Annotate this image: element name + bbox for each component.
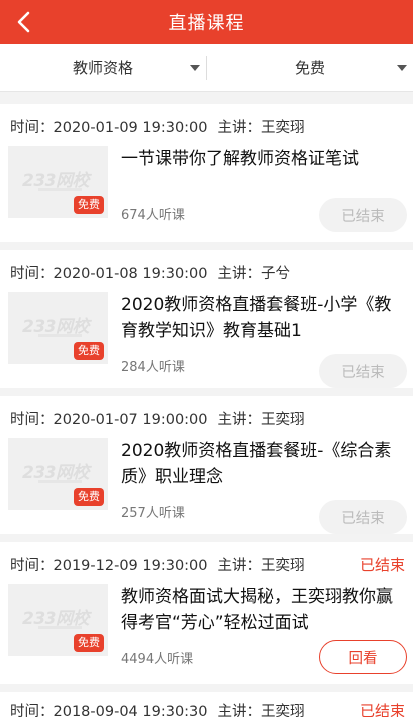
course-meta: 时间：2020-01-07 19:00:00 主讲：王奕珝	[10, 412, 305, 428]
course-meta: 时间：2020-01-08 19:30:00 主讲：子兮	[10, 266, 290, 282]
course-speaker: 子兮	[261, 266, 290, 282]
listener-count: 284人听课	[121, 360, 185, 375]
category-filter[interactable]: 教师资格	[0, 44, 206, 91]
course-speaker: 王奕珝	[261, 412, 305, 428]
course-time: 2018-09-04 19:30:30	[53, 704, 208, 717]
course-card[interactable]: 时间：2020-01-07 19:00:00 主讲：王奕珝 233网校 免费 20…	[0, 396, 413, 534]
course-time: 2020-01-09 19:30:00	[53, 120, 208, 136]
free-badge: 免费	[74, 634, 104, 652]
course-thumbnail[interactable]: 233网校 免费	[8, 438, 108, 510]
course-speaker: 王奕珝	[261, 704, 305, 717]
course-title[interactable]: 一节课带你了解教师资格证笔试	[121, 146, 405, 172]
ended-button[interactable]: 已结束	[319, 500, 407, 534]
caret-down-icon	[190, 65, 200, 71]
status-label: 已结束	[359, 556, 405, 574]
free-badge: 免费	[74, 196, 104, 214]
course-time: 2019-12-09 19:30:00	[53, 558, 208, 574]
course-thumbnail[interactable]: 233网校 免费	[8, 146, 108, 218]
course-card[interactable]: 时间：2018-09-04 19:30:30 主讲：王奕珝 已结束	[0, 692, 413, 717]
course-meta: 时间：2018-09-04 19:30:30 主讲：王奕珝	[10, 700, 305, 717]
course-title[interactable]: 2020教师资格直播套餐班-《综合素质》职业理念	[121, 438, 405, 490]
filter-bar: 教师资格 免费	[0, 44, 413, 92]
course-thumbnail[interactable]: 233网校 免费	[8, 292, 108, 364]
price-filter[interactable]: 免费	[207, 44, 413, 91]
course-title[interactable]: 2020教师资格直播套餐班-小学《教育教学知识》教育基础1	[121, 292, 405, 344]
course-card[interactable]: 时间：2020-01-09 19:30:00 主讲：王奕珝 233网校 免费 一节…	[0, 104, 413, 242]
course-meta: 时间：2019-12-09 19:30:00 主讲：王奕珝	[10, 558, 305, 574]
course-title[interactable]: 教师资格面试大揭秘，王奕珝教你赢得考官“芳心”轻松过面试	[121, 584, 405, 636]
course-speaker: 王奕珝	[261, 558, 305, 574]
ended-button[interactable]: 已结束	[319, 198, 407, 232]
course-list: 时间：2020-01-09 19:30:00 主讲：王奕珝 233网校 免费 一节…	[0, 96, 413, 717]
free-badge: 免费	[74, 342, 104, 360]
listener-count: 4494人听课	[121, 652, 194, 667]
listener-count: 674人听课	[121, 208, 185, 223]
course-speaker: 王奕珝	[261, 120, 305, 136]
app-header: 直播课程	[0, 0, 413, 44]
course-meta: 时间：2020-01-09 19:30:00 主讲：王奕珝	[10, 120, 305, 136]
course-thumbnail[interactable]: 233网校 免费	[8, 584, 108, 656]
chevron-left-icon	[17, 11, 30, 33]
course-card[interactable]: 时间：2020-01-08 19:30:00 主讲：子兮 233网校 免费 202…	[0, 250, 413, 388]
free-badge: 免费	[74, 488, 104, 506]
price-filter-label: 免费	[294, 59, 325, 77]
ended-button[interactable]: 已结束	[319, 354, 407, 388]
page-title: 直播课程	[168, 13, 245, 34]
status-label: 已结束	[359, 702, 405, 717]
back-button[interactable]	[8, 6, 40, 38]
category-filter-label: 教师资格	[72, 59, 133, 77]
replay-button[interactable]: 回看	[319, 640, 407, 674]
caret-down-icon	[397, 65, 407, 71]
listener-count: 257人听课	[121, 506, 185, 521]
course-card[interactable]: 时间：2019-12-09 19:30:00 主讲：王奕珝 已结束 233网校 免…	[0, 542, 413, 684]
course-time: 2020-01-08 19:30:00	[53, 266, 208, 282]
course-time: 2020-01-07 19:00:00	[53, 412, 208, 428]
